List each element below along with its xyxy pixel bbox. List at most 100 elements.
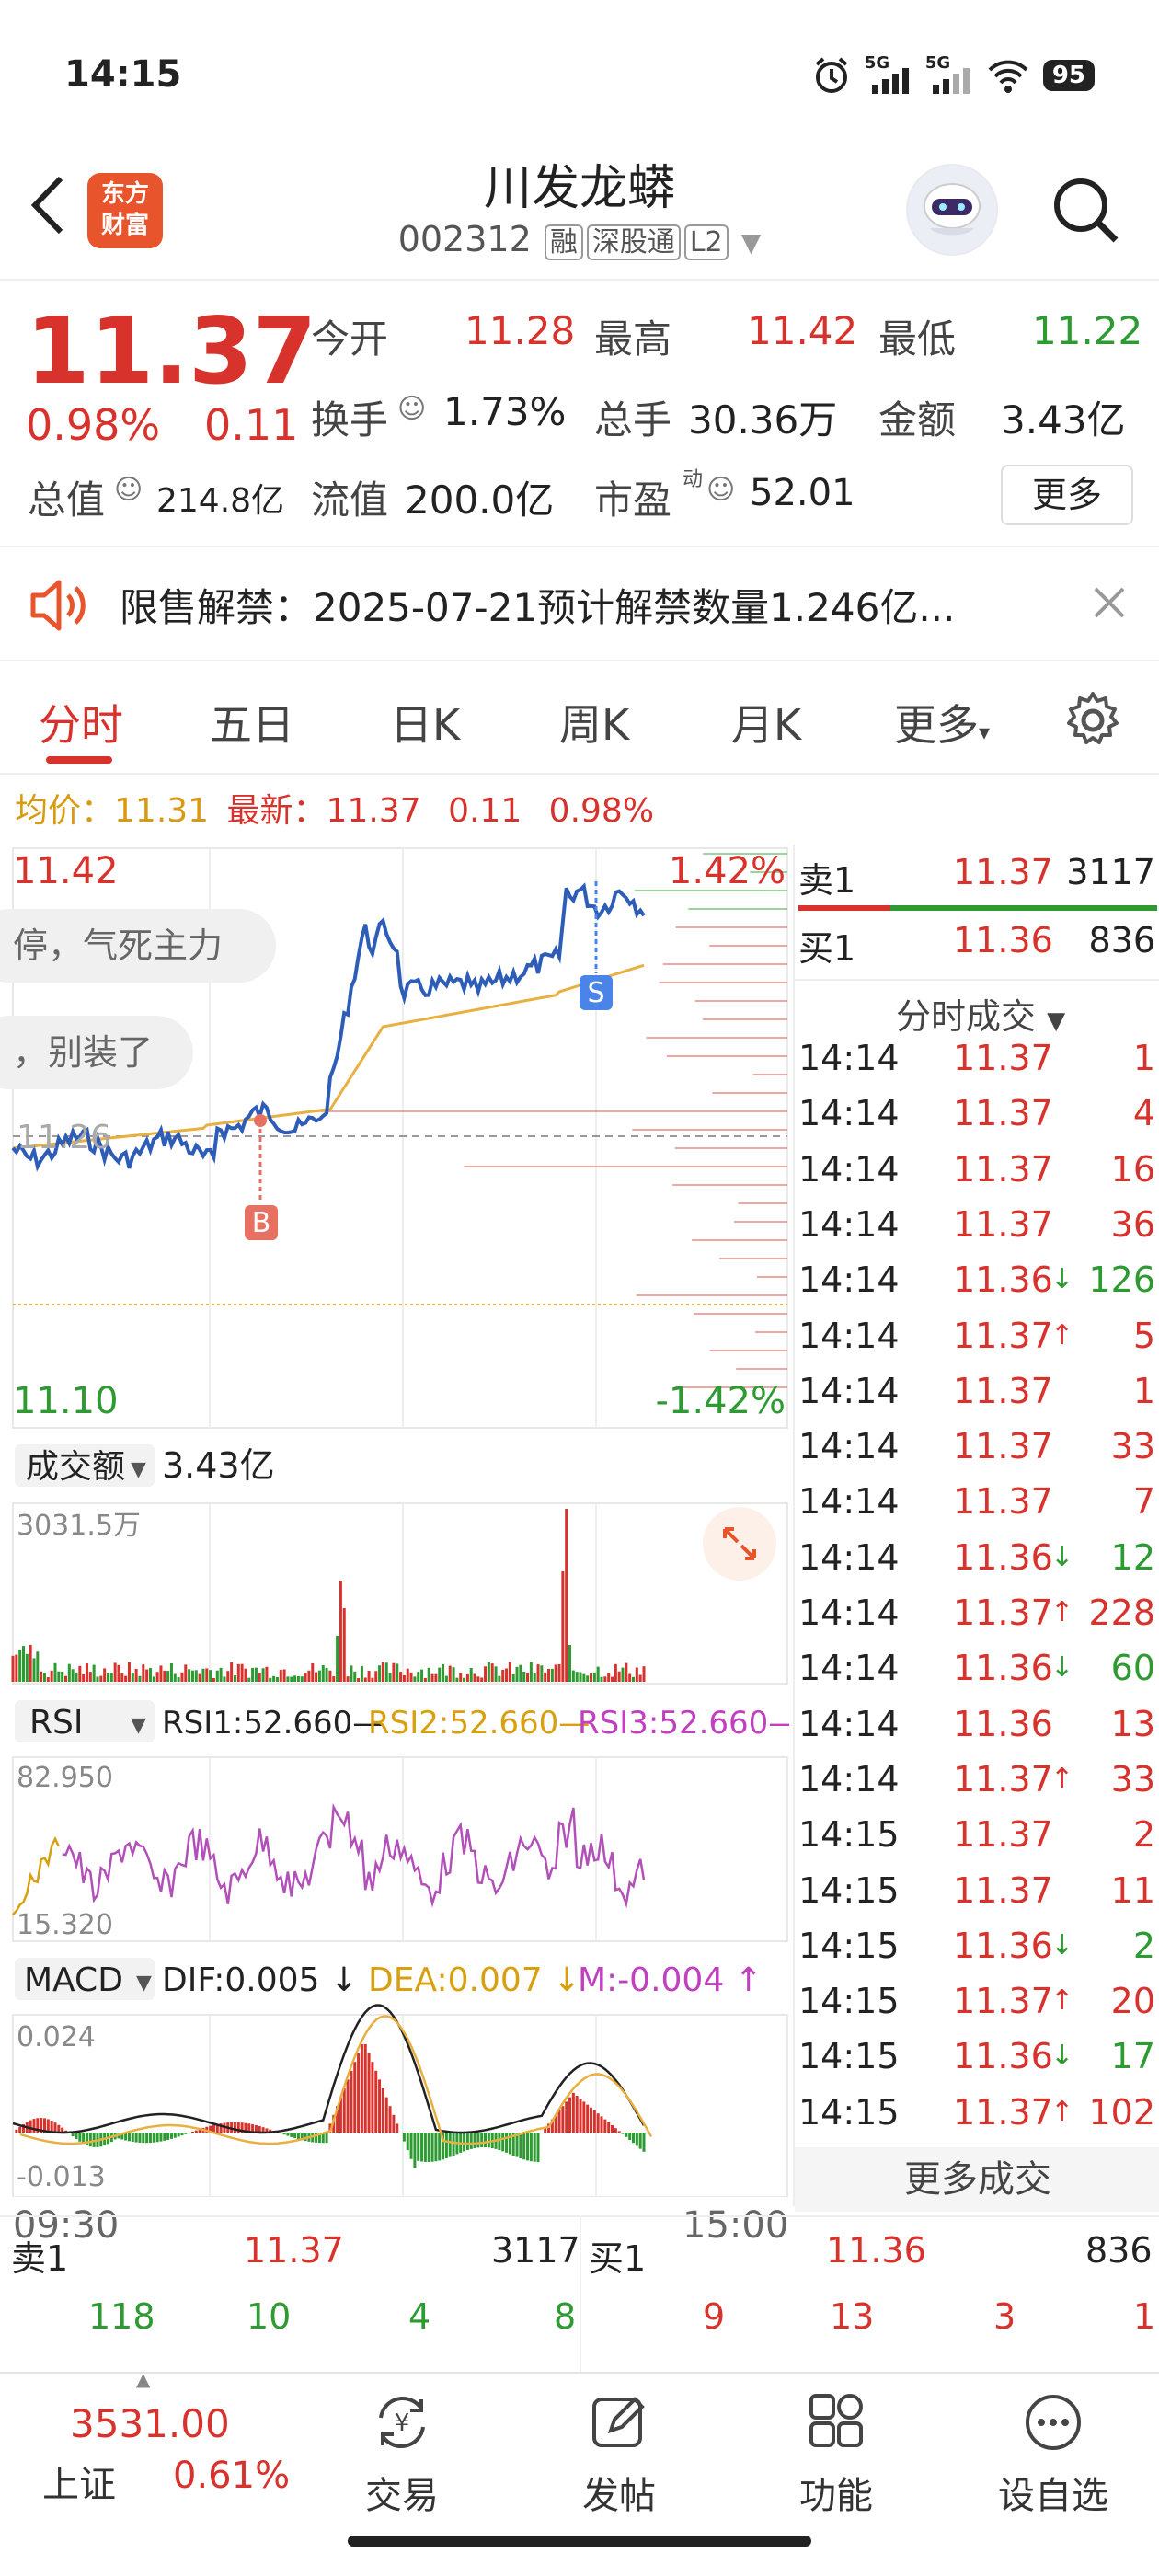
macd-bar xyxy=(480,2133,484,2148)
info-icon[interactable]: ☺ xyxy=(114,474,143,506)
stock-code: 002312 xyxy=(397,219,532,259)
macd-bar xyxy=(476,2133,480,2148)
macd-selector[interactable]: MACD xyxy=(24,1961,123,1999)
macd-bar xyxy=(78,2133,82,2142)
chevron-down-icon[interactable]: ▼ xyxy=(741,227,762,258)
tick-row: 14:14 11.37 1 xyxy=(798,1038,1155,1078)
volume-bar xyxy=(505,1668,509,1682)
macd-bar xyxy=(617,2131,621,2133)
edit-icon xyxy=(592,2397,645,2447)
volume-bar xyxy=(282,1669,286,1682)
volume-bar xyxy=(279,1670,282,1682)
macd-bar xyxy=(190,2131,194,2133)
chart-canvas[interactable]: B S 停，气死主力 ，别装了 11.42 1.42% 11.26 11.10 … xyxy=(0,845,789,2197)
speaker-icon xyxy=(30,580,86,631)
volume-bar xyxy=(205,1668,209,1682)
volume-bar xyxy=(42,1673,46,1682)
volume-bar xyxy=(363,1677,367,1682)
volume-bar xyxy=(275,1676,279,1682)
macd-bar xyxy=(166,2133,170,2140)
macd-bar xyxy=(32,2119,36,2133)
alarm-icon xyxy=(815,57,848,93)
tab-intraday[interactable]: 分时 xyxy=(39,692,123,753)
tab-weekly-k[interactable]: 周K xyxy=(559,692,629,753)
volume-bar xyxy=(40,1671,43,1682)
ask1-row[interactable]: 卖1 11.37 3117 xyxy=(798,852,1157,907)
macd-bar xyxy=(638,2133,642,2149)
info-icon[interactable]: ☺ xyxy=(397,393,426,425)
volume-bar xyxy=(565,1509,568,1682)
home-indicator[interactable] xyxy=(348,2536,811,2547)
arrow-up-icon: ↑ xyxy=(1050,1984,1074,2018)
macd-bar xyxy=(282,2133,286,2135)
volume-bar xyxy=(325,1667,328,1682)
arrow-up-icon: ↑ xyxy=(1050,2095,1074,2128)
volume-bar xyxy=(173,1673,177,1682)
volume-bar xyxy=(473,1673,476,1682)
info-icon[interactable]: ☺ xyxy=(706,474,735,506)
comment-bubble-2[interactable]: ，别装了 xyxy=(13,1032,153,1073)
volume-bar xyxy=(571,1670,575,1682)
tab-five-day[interactable]: 五日 xyxy=(210,692,294,753)
macd-bar xyxy=(413,2133,417,2168)
volume-bar xyxy=(413,1676,417,1682)
battery-indicator: 95 xyxy=(1042,60,1095,91)
price-axis-high: 11.42 xyxy=(13,850,119,892)
robot-avatar[interactable] xyxy=(906,164,998,256)
tab-monthly-k[interactable]: 月K xyxy=(731,692,801,753)
volume-bar xyxy=(163,1670,166,1682)
volume-bar xyxy=(286,1676,290,1682)
volume-bar xyxy=(53,1662,57,1682)
index-value: 3531.00 xyxy=(70,2401,230,2446)
amount-label: 金额 xyxy=(878,397,957,443)
volume-bar xyxy=(442,1663,445,1682)
bid1-row[interactable]: 买1 11.36 836 xyxy=(798,920,1157,975)
macd-bar xyxy=(409,2133,413,2159)
macd-bar xyxy=(611,2125,614,2133)
bottom-orderbook: 卖1 11.37 3117 买1 11.36 836 118 10 4 8 9 … xyxy=(0,2215,1159,2374)
volume-bar xyxy=(381,1662,384,1682)
more-button[interactable]: 更多 xyxy=(1001,465,1133,525)
macd-bar xyxy=(402,2133,406,2142)
volume-bar xyxy=(300,1676,304,1682)
volume-bar xyxy=(550,1668,554,1682)
close-icon[interactable] xyxy=(1091,584,1128,621)
volume-bar xyxy=(233,1674,236,1682)
volume-bar xyxy=(254,1667,258,1682)
macd-bar xyxy=(600,2116,603,2133)
macd-bar xyxy=(381,2088,384,2133)
index-ticker[interactable]: ▲ 3531.00 上证 0.61% xyxy=(35,2368,311,2558)
gear-icon[interactable] xyxy=(1062,690,1123,751)
sell-marker[interactable]: S xyxy=(587,977,604,1009)
comment-bubble-1[interactable]: 停，气死主力 xyxy=(13,926,223,966)
macd-bar xyxy=(603,2119,607,2133)
volume-bar xyxy=(29,1644,32,1682)
volume-selector[interactable]: 成交额 xyxy=(26,1448,125,1486)
macd-bar xyxy=(88,2133,92,2147)
volume-bar xyxy=(592,1672,596,1682)
search-icon[interactable] xyxy=(1049,173,1122,247)
tab-more[interactable]: 更多▾ xyxy=(894,692,990,753)
tab-daily-k[interactable]: 日K xyxy=(390,692,460,753)
more-ticks-button[interactable]: 更多成交 xyxy=(795,2147,1159,2212)
unlock-notice[interactable]: 限售解禁：2025-07-21预计解禁数量1.246亿... xyxy=(0,549,1159,661)
volume-bar xyxy=(304,1673,307,1682)
tick-row: 14:14 11.36 ↓ 60 xyxy=(798,1648,1155,1689)
volume-bar xyxy=(526,1673,530,1682)
volume-bar xyxy=(113,1662,117,1682)
macd-bar xyxy=(498,2133,501,2151)
volume-bar xyxy=(36,1651,40,1682)
volume-bar xyxy=(621,1667,625,1682)
wifi-icon xyxy=(988,60,1028,93)
volume-bar xyxy=(32,1658,36,1682)
ticks-header[interactable]: 分时成交 ▼ xyxy=(896,988,1065,1039)
macd-bar xyxy=(579,2099,582,2133)
volume-bar xyxy=(138,1675,142,1682)
rsi-selector[interactable]: RSI xyxy=(29,1704,83,1742)
intraday-chart[interactable]: B S 停，气死主力 ，别装了 11.42 1.42% 11.26 11.10 … xyxy=(0,845,789,2247)
volume-bar xyxy=(166,1671,170,1682)
volume-bar xyxy=(384,1662,388,1682)
volume-bar xyxy=(99,1675,103,1682)
bid-volume: 836 xyxy=(1085,2230,1153,2271)
buy-marker[interactable]: B xyxy=(252,1207,271,1239)
